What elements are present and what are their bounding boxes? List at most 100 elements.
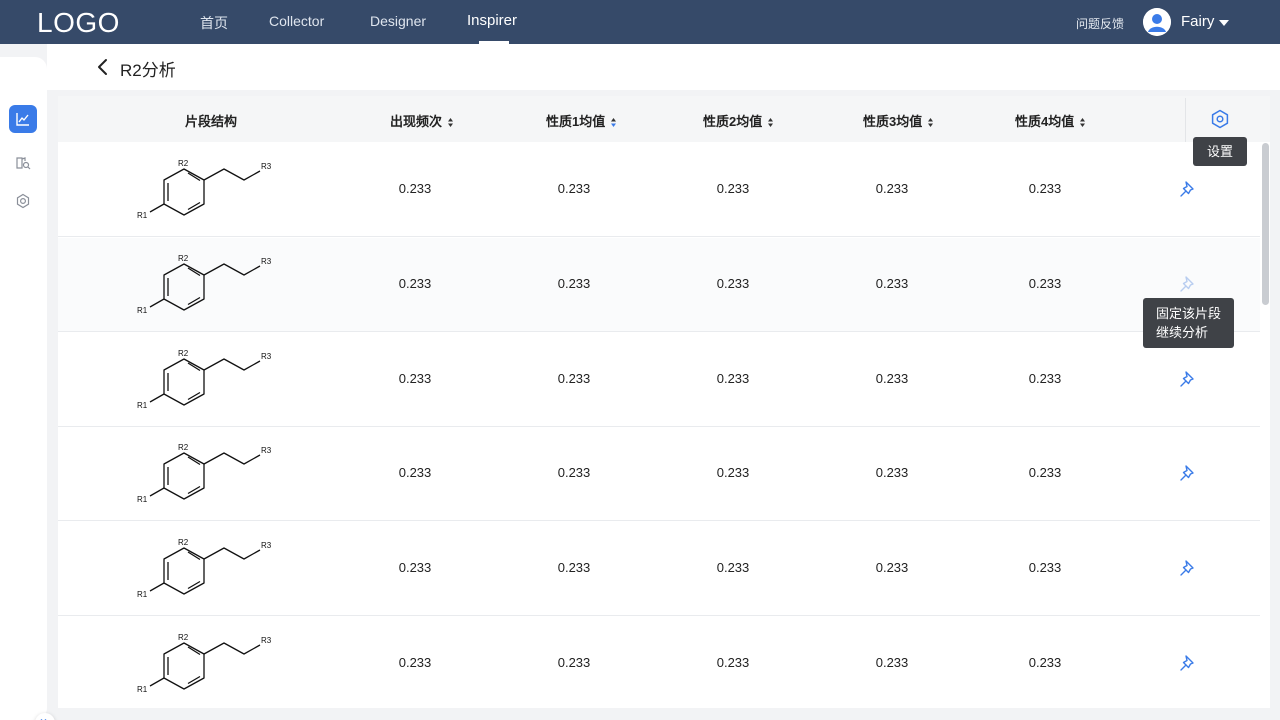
molecule-structure: R2 R3 R1 [137, 349, 272, 410]
sort-icon[interactable] [927, 117, 934, 128]
column-header-label: 性质1均值 [546, 114, 606, 129]
r1-label: R1 [137, 495, 148, 504]
feedback-link[interactable]: 问题反馈 [1076, 15, 1124, 32]
scrollbar[interactable] [1262, 143, 1269, 305]
column-header-label: 片段结构 [185, 114, 238, 129]
back-button[interactable] [95, 57, 113, 77]
value-cell: 0.233 [398, 655, 432, 670]
value-cell: 0.233 [716, 370, 750, 386]
pushpin-icon [1180, 465, 1194, 482]
value-cell: 0.233 [1028, 275, 1062, 291]
nav-item-home[interactable]: 首页 [200, 13, 228, 33]
settings-tooltip: 设置 [1193, 137, 1248, 166]
logo[interactable]: LOGO [37, 7, 120, 39]
column-header-label: 性质4均值 [1015, 114, 1075, 129]
hexagon-gear-icon [1211, 109, 1229, 129]
molecule-structure: R2 R3 R1 [137, 254, 272, 315]
value-cell: 0.233 [716, 655, 750, 670]
column-header-property-4[interactable]: 性质4均值 [1015, 111, 1086, 130]
column-header-label: 出现频次 [390, 114, 443, 129]
sidebar-expand-button[interactable] [35, 713, 55, 720]
r3-label: R3 [261, 352, 272, 361]
column-header-property-2[interactable]: 性质2均值 [703, 111, 774, 130]
user-icon [1143, 8, 1171, 36]
column-divider [1185, 98, 1186, 142]
r2-label: R2 [178, 538, 189, 547]
value-cell: 0.233 [398, 560, 432, 576]
value-cell: 0.233 [398, 275, 432, 291]
column-header-frequency[interactable]: 出现频次 [390, 111, 454, 130]
table-header: 片段结构 出现频次 性质1均值 性质2均值 性质3均值 性质4均值 [58, 96, 1270, 142]
value-cell: 0.233 [398, 181, 432, 196]
value-cell: 0.233 [875, 655, 909, 670]
top-nav-bar: LOGO 首页 Collector Designer Inspirer 问题反馈… [0, 0, 1280, 44]
value-cell: 0.233 [875, 370, 909, 386]
sidebar-item-library[interactable] [9, 149, 37, 177]
table-row[interactable]: R2 R3 R1 0.233 0.233 0.233 0.233 0.233 [58, 332, 1260, 427]
chevron-left-icon [98, 59, 107, 75]
pin-fragment-button[interactable] [1178, 463, 1198, 483]
sidebar-item-chart[interactable] [9, 105, 37, 133]
column-header-structure: 片段结构 [185, 111, 237, 130]
book-search-icon [16, 157, 31, 170]
gear-nodes-icon [16, 193, 30, 209]
left-sidebar [0, 57, 55, 720]
value-cell: 0.233 [716, 560, 750, 576]
page-header: R2分析 [47, 44, 1280, 90]
table-row[interactable]: R2 R3 R1 0.233 0.233 0.233 0.233 0.233 [58, 617, 1260, 708]
column-header-property-3[interactable]: 性质3均值 [863, 111, 934, 130]
table-row[interactable]: R2 R3 R1 0.233 0.233 0.233 0.233 0.233 [58, 522, 1260, 617]
avatar[interactable] [1143, 8, 1171, 36]
value-cell: 0.233 [557, 181, 591, 196]
r1-label: R1 [137, 211, 148, 220]
pin-fragment-button[interactable] [1178, 558, 1198, 578]
molecule-structure: R2 R3 R1 [137, 443, 272, 504]
tooltip-text: 继续分析 [1156, 325, 1209, 340]
r1-label: R1 [137, 306, 148, 315]
r3-label: R3 [261, 162, 272, 171]
value-cell: 0.233 [557, 275, 591, 291]
value-cell: 0.233 [557, 560, 591, 576]
sort-icon[interactable] [1079, 117, 1086, 128]
value-cell: 0.233 [875, 181, 909, 196]
molecule-structure: R2 R3 R1 [137, 538, 272, 599]
pin-tooltip: 固定该片段 继续分析 [1143, 298, 1235, 348]
value-cell: 0.233 [716, 181, 750, 196]
pin-fragment-button[interactable] [1178, 274, 1198, 294]
pin-fragment-button[interactable] [1178, 179, 1198, 199]
chart-icon [16, 113, 29, 126]
table-row[interactable]: R2 R3 R1 0.233 0.233 0.233 0.233 0.233 [58, 237, 1260, 332]
value-cell: 0.233 [398, 465, 432, 481]
tooltip-text: 固定该片段 [1156, 306, 1222, 321]
value-cell: 0.233 [1028, 370, 1062, 386]
pin-fragment-button[interactable] [1178, 369, 1198, 389]
r3-label: R3 [261, 541, 272, 550]
nav-item-inspirer[interactable]: Inspirer [467, 12, 517, 29]
sort-icon[interactable] [610, 117, 617, 128]
r2-label: R2 [178, 443, 189, 452]
molecule-structure: R2 R3 R1 [137, 159, 272, 220]
table-row[interactable]: R2 R3 R1 0.233 0.233 0.233 0.233 0.233 [58, 143, 1260, 237]
r2-label: R2 [178, 349, 189, 358]
sidebar-item-settings[interactable] [9, 187, 37, 215]
r2-label: R2 [178, 633, 189, 642]
column-header-property-1[interactable]: 性质1均值 [546, 111, 617, 130]
nav-item-designer[interactable]: Designer [370, 13, 426, 29]
sort-icon[interactable] [767, 117, 774, 128]
value-cell: 0.233 [398, 370, 432, 386]
pin-fragment-button[interactable] [1178, 653, 1198, 673]
value-cell: 0.233 [875, 275, 909, 291]
column-header-label: 性质3均值 [863, 114, 923, 129]
value-cell: 0.233 [875, 560, 909, 576]
nav-item-collector[interactable]: Collector [269, 13, 324, 29]
table-settings-button[interactable] [1209, 108, 1231, 130]
value-cell: 0.233 [716, 465, 750, 481]
r3-label: R3 [261, 446, 272, 455]
chevron-down-icon[interactable] [1219, 20, 1229, 26]
sort-icon[interactable] [447, 117, 454, 128]
r2-label: R2 [178, 254, 189, 263]
r1-label: R1 [137, 685, 148, 694]
user-menu[interactable]: Fairy [1181, 13, 1214, 30]
pushpin-icon [1180, 181, 1194, 197]
table-row[interactable]: R2 R3 R1 0.233 0.233 0.233 0.233 0.233 [58, 427, 1260, 522]
